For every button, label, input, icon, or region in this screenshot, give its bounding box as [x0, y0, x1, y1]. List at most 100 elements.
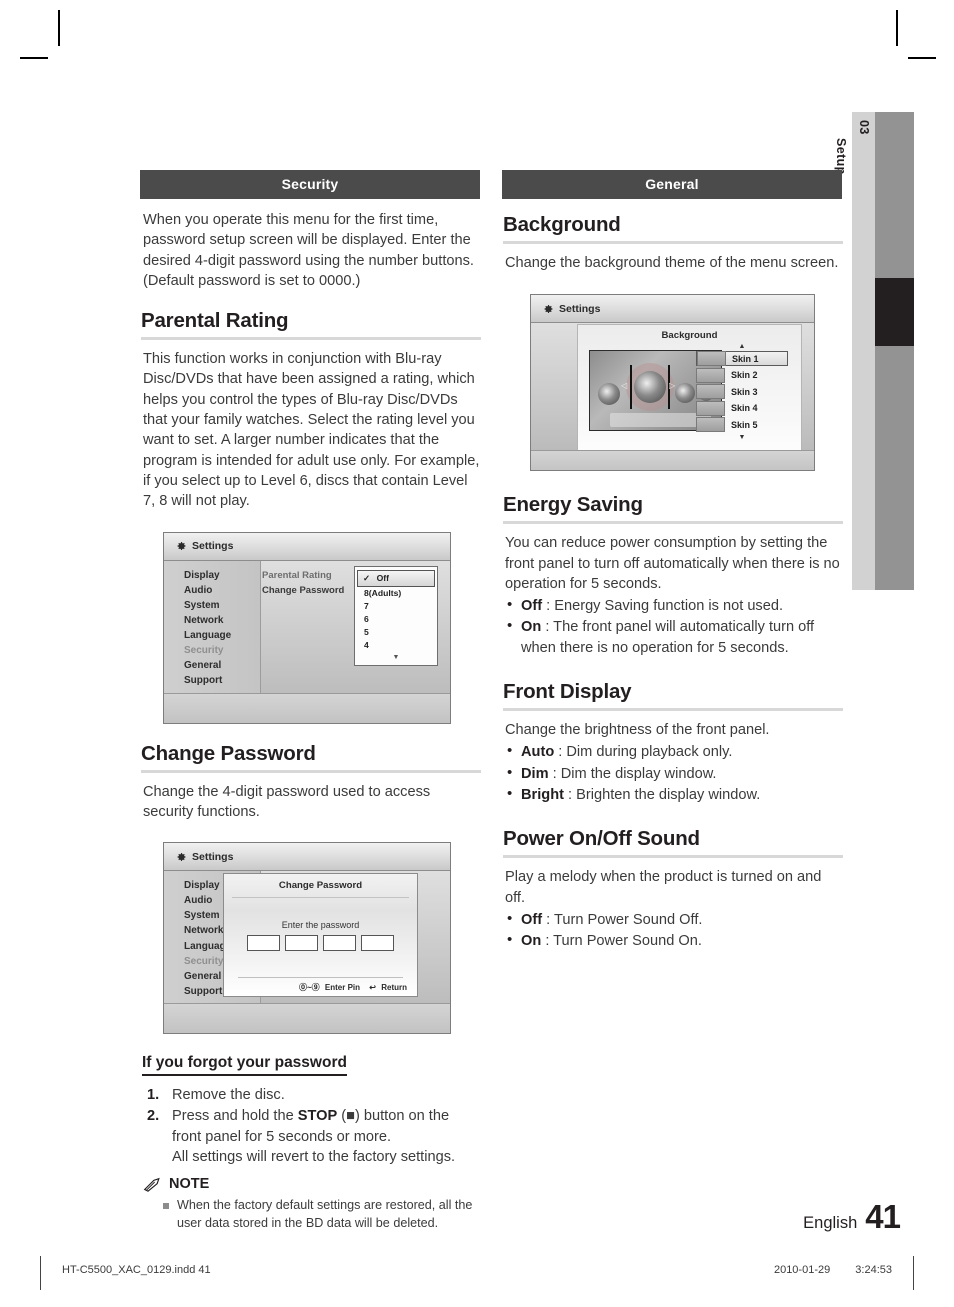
parental-rating-heading: Parental Rating [141, 309, 289, 333]
return-icon: ↩ [369, 983, 376, 993]
crop-mark-top-left-vertical [58, 10, 60, 46]
password-digit-4[interactable] [361, 935, 394, 952]
password-digit-1[interactable] [247, 935, 280, 952]
screenshot-parental-menu: Display Audio System Network Language Se… [164, 560, 261, 694]
dropdown-item-5[interactable]: 5 [355, 626, 437, 639]
enter-pin-label: Enter Pin [324, 983, 361, 993]
preview-arrow-left-icon[interactable]: ◁ [621, 381, 627, 390]
parental-rating-rule [141, 337, 481, 341]
front-display-option-dim-desc: : Dim the display window. [548, 765, 717, 782]
step-2-prefix: Press and hold the [172, 1108, 298, 1125]
chapter-side-tab: 03 Setup [834, 112, 914, 590]
power-sound-heading: Power On/Off Sound [503, 827, 700, 851]
skin-swatch-3 [696, 384, 725, 400]
energy-saving-options: Off : Energy Saving function is not used… [506, 595, 844, 658]
language-label: English [803, 1214, 858, 1232]
skin-row-2[interactable]: Skin 2 [696, 367, 788, 383]
option-parental-rating[interactable]: Parental Rating [262, 568, 344, 583]
skin-row-5[interactable]: Skin 5 [696, 417, 788, 433]
menu-item-display[interactable]: Display [184, 568, 260, 583]
dropdown-selected-label: Off [376, 572, 390, 583]
preview-disc-left [598, 383, 620, 406]
power-sound-option-off-label: Off [521, 911, 543, 928]
password-field-group [224, 935, 417, 952]
front-display-option-bright-label: Bright [521, 786, 564, 803]
skin-row-1[interactable]: Skin 1 [696, 351, 788, 367]
skin-label-2: Skin 2 [731, 370, 758, 381]
change-password-dialog: Change Password Enter the password ⓪~⑨ E… [223, 873, 418, 998]
left-column: Security When you operate this menu for … [140, 170, 481, 1232]
energy-saving-option-off-label: Off [521, 598, 543, 615]
right-column: General Background Change the background… [502, 170, 844, 952]
dropdown-item-7[interactable]: 7 [355, 600, 437, 613]
energy-saving-rule [503, 521, 843, 525]
side-tab-text: 03 Setup [834, 112, 875, 312]
step-1-text: Remove the disc. [172, 1087, 285, 1104]
side-tab-dark-strip [875, 112, 914, 590]
front-display-paragraph: Change the brightness of the front panel… [505, 722, 770, 739]
crop-mark-top-right-vertical [896, 10, 898, 46]
check-icon: ✓ [363, 572, 371, 583]
chapter-number: 03 [857, 120, 871, 135]
page-number-block: English 41 [640, 1198, 901, 1236]
background-paragraph: Change the background theme of the menu … [505, 255, 839, 271]
dropdown-selected-off[interactable]: ✓ Off [357, 569, 435, 587]
screenshot-background-footer [531, 450, 814, 471]
screenshot-password-title: Settings [192, 850, 234, 863]
password-dialog-divider [232, 897, 409, 899]
step-2: 2. Press and hold the STOP (■) button on… [140, 1106, 480, 1167]
print-timestamp: 2010-01-29 3:24:53 [774, 1264, 892, 1276]
skin-row-3[interactable]: Skin 3 [696, 384, 788, 400]
front-display-options: Auto : Dim during playback only. Dim : D… [506, 741, 844, 805]
gear-icon [544, 304, 553, 313]
password-digit-2[interactable] [285, 935, 318, 952]
screenshot-background-titlebar: Settings [531, 295, 814, 324]
dropdown-scroll-down-icon[interactable]: ▼ [355, 652, 437, 661]
menu-item-support[interactable]: Support [184, 673, 260, 688]
front-display-rule [503, 708, 843, 712]
password-dialog-label: Enter the password [281, 920, 360, 931]
dropdown-item-4[interactable]: 4 [355, 639, 437, 652]
password-dialog-footer: ⓪~⑨ Enter Pin ↩ Return [299, 982, 407, 993]
background-dialog-title: Background [661, 330, 718, 342]
front-display-option-dim-label: Dim [521, 765, 549, 782]
skin-label-3: Skin 3 [731, 386, 758, 397]
screenshot-password-body: Display Audio System Network Language Se… [164, 871, 450, 1034]
step-1: 1. Remove the disc. [140, 1085, 480, 1105]
password-digit-3[interactable] [323, 935, 356, 952]
rating-level-dropdown[interactable]: ✓ Off 8(Adults) 7 6 5 4 ▼ [354, 565, 438, 666]
change-password-paragraph: Change the 4-digit password used to acce… [143, 783, 431, 820]
energy-saving-paragraph: You can reduce power consumption by sett… [505, 535, 840, 592]
preview-selection-frame [630, 365, 670, 410]
skin-scroll-up-icon[interactable]: ▲ [696, 343, 788, 351]
menu-item-general[interactable]: General [184, 658, 260, 673]
menu-item-system[interactable]: System [184, 598, 260, 613]
screenshot-background-body: Background ◁ ▷ ▲ Skin 1 Skin 2 Skin 3 Sk… [531, 323, 814, 471]
skin-scroll-down-icon[interactable]: ▼ [696, 434, 788, 442]
energy-saving-option-off-desc: : Energy Saving function is not used. [542, 598, 784, 615]
menu-item-network[interactable]: Network [184, 613, 260, 628]
screenshot-parental-title: Settings [192, 540, 234, 553]
dropdown-item-6[interactable]: 6 [355, 613, 437, 626]
option-change-password[interactable]: Change Password [262, 583, 344, 598]
menu-item-language[interactable]: Language [184, 628, 260, 643]
skin-row-4[interactable]: Skin 4 [696, 400, 788, 416]
preview-arrow-right-icon[interactable]: ▷ [669, 381, 675, 390]
power-sound-options: Off : Turn Power Sound Off. On : Turn Po… [506, 909, 844, 952]
dropdown-item-8-adults[interactable]: 8(Adults) [355, 587, 437, 600]
power-sound-option-on: On : Turn Power Sound On. [506, 930, 844, 951]
stop-button-label: STOP [297, 1108, 338, 1125]
password-dialog-title: Change Password [278, 880, 363, 892]
background-rule [503, 241, 843, 244]
print-date: 2010-01-29 [773, 1264, 831, 1276]
return-label: Return [381, 983, 407, 993]
security-section-banner: Security [140, 170, 480, 199]
step-2-number: 2. [147, 1108, 160, 1125]
menu-item-audio[interactable]: Audio [184, 583, 260, 598]
skin-label-1: Skin 1 [732, 353, 759, 364]
password-footer-divider [238, 977, 403, 979]
front-display-option-auto-label: Auto [521, 744, 555, 761]
forgot-password-steps: 1. Remove the disc. 2. Press and hold th… [140, 1085, 480, 1167]
menu-item-security[interactable]: Security [184, 643, 260, 658]
security-intro-paragraph: When you operate this menu for the first… [143, 212, 474, 289]
